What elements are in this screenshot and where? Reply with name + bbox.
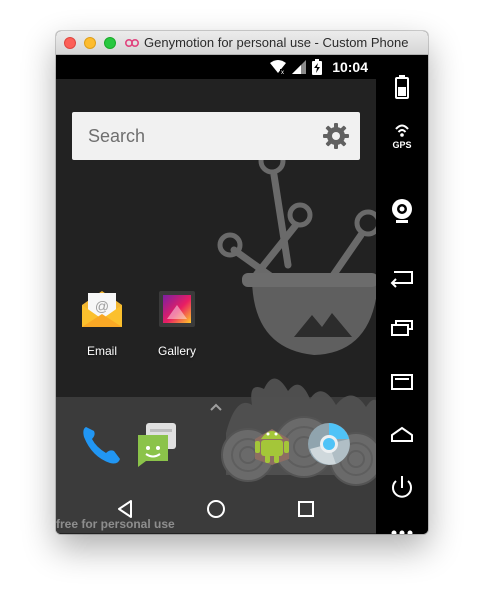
svg-text:@: @ <box>95 298 109 314</box>
app-gallery[interactable]: Gallery <box>142 287 212 358</box>
gallery-icon <box>159 291 195 327</box>
battery-charging-icon <box>312 59 323 75</box>
google-search-bar[interactable]: Search <box>72 112 360 160</box>
webcam-icon[interactable] <box>384 193 420 229</box>
gps-button[interactable]: GPS <box>384 119 420 155</box>
phone-icon[interactable] <box>78 421 124 467</box>
home-icon[interactable] <box>204 497 228 521</box>
window-title: Genymotion for personal use - Custom Pho… <box>144 35 409 50</box>
email-icon: @ <box>82 291 122 327</box>
battery-icon[interactable] <box>384 69 420 105</box>
status-bar: x 10:04 <box>56 55 376 79</box>
gps-icon <box>395 124 409 137</box>
gear-icon[interactable] <box>322 122 350 150</box>
android-icon[interactable] <box>249 419 295 465</box>
gps-label: GPS <box>392 140 412 150</box>
recents-icon[interactable] <box>294 497 318 521</box>
chromium-icon[interactable] <box>306 421 352 467</box>
power-icon[interactable] <box>384 469 420 505</box>
minimize-window-button[interactable] <box>84 37 96 49</box>
genymotion-logo-icon <box>124 39 140 48</box>
genymotion-sidebar: GPS <box>376 55 428 534</box>
app-email[interactable]: @ Email <box>67 287 137 358</box>
status-clock: 10:04 <box>332 59 368 75</box>
maximize-window-button[interactable] <box>104 37 116 49</box>
android-screen: x 10:04 Search @ Email Gallery free for … <box>56 55 376 534</box>
app-label-gallery: Gallery <box>157 344 196 358</box>
close-window-button[interactable] <box>64 37 76 49</box>
app-label-email: Email <box>86 344 117 358</box>
messaging-icon[interactable] <box>134 421 180 467</box>
svg-text:x: x <box>281 70 284 74</box>
home-button-icon[interactable] <box>384 417 420 453</box>
more-options-icon[interactable] <box>384 515 420 534</box>
title-bar[interactable]: Genymotion for personal use - Custom Pho… <box>56 31 428 55</box>
menu-icon[interactable] <box>384 365 420 401</box>
genymotion-window: Genymotion for personal use - Custom Pho… <box>56 31 428 534</box>
back-arrow-icon[interactable] <box>384 259 420 295</box>
wifi-icon: x <box>270 60 287 74</box>
personal-use-watermark: free for personal use <box>56 517 175 531</box>
cell-signal-icon <box>292 60 307 74</box>
search-placeholder: Search <box>88 126 146 146</box>
recent-apps-icon[interactable] <box>384 311 420 347</box>
